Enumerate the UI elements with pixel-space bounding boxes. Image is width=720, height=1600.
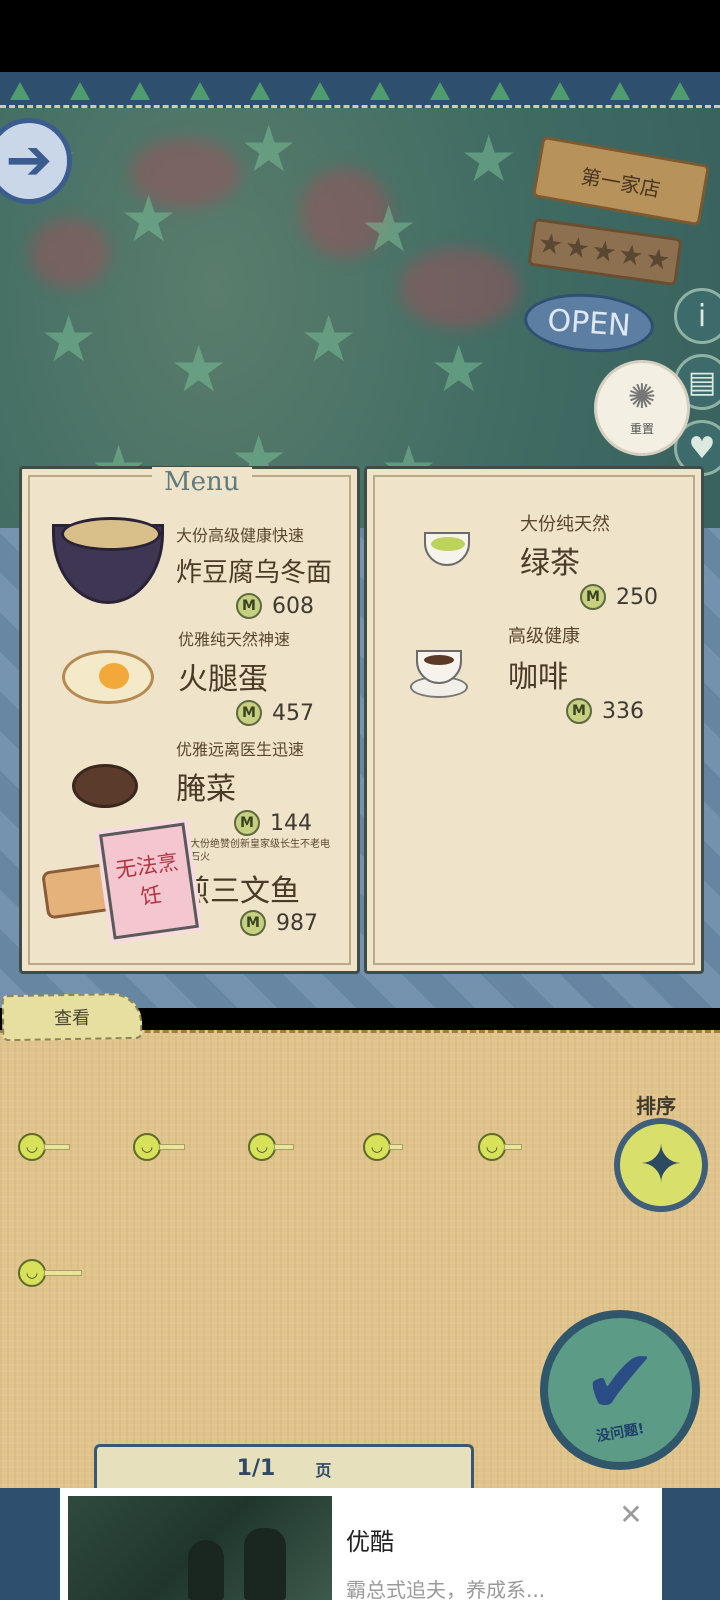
ad-banner[interactable]: 优酷 霸总式追夫，养成系... ✕ (60, 1488, 662, 1600)
coffee-icon (410, 650, 468, 698)
view-tab-label: 查看 (53, 1007, 91, 1030)
dish-descriptor: 巨大份绝赞创新皇家级长生不老电光石火 (180, 839, 330, 863)
shop-name: 第一家店 (579, 163, 663, 202)
customer-face-icon: ◡ (133, 1133, 161, 1161)
dish-descriptor: 大份高级健康快速 (176, 526, 305, 545)
customer-face-icon: ◡ (248, 1133, 276, 1161)
menu-title: Menu (152, 467, 252, 497)
top-decorative-border (0, 72, 720, 108)
coin-icon: M (240, 910, 266, 936)
status-bar (0, 0, 720, 72)
uncookable-stamp: 无法烹饪 (99, 822, 199, 940)
uncookable-label: 无法烹饪 (114, 849, 180, 910)
info-icon: i (697, 298, 707, 334)
sparkle-icon: ✦ (639, 1135, 683, 1195)
price-value: 457 (272, 700, 314, 726)
coin-icon: M (236, 700, 262, 726)
ad-image[interactable] (68, 1496, 332, 1600)
menu-item[interactable]: 大份纯天然 绿茶 M 250 (520, 510, 658, 610)
customer-face-icon: ◡ (18, 1133, 46, 1161)
menu-item[interactable]: 高级健康 咖啡 M 336 (508, 622, 644, 724)
dish-price: M 336 (566, 698, 644, 724)
customer-face-icon: ◡ (18, 1259, 46, 1287)
coin-icon: M (236, 593, 262, 619)
dish-name: 火腿蛋 (178, 662, 268, 697)
customer-slot[interactable]: ◡ (133, 1132, 185, 1162)
customer-slot[interactable]: ◡ (478, 1132, 522, 1162)
dish-name: 炸豆腐乌冬面 (176, 558, 333, 588)
reset-label: 重置 (629, 421, 654, 436)
sort-label: 排序 (636, 1094, 676, 1118)
checkmark-icon: ✔ (582, 1330, 658, 1435)
dish-name: 煎三文鱼 (180, 874, 300, 909)
reset-button[interactable]: ✺ 重置 (594, 360, 690, 456)
pickles-icon (72, 764, 138, 808)
menu-item[interactable]: 优雅纯天然神速 火腿蛋 M 457 (178, 626, 314, 726)
customer-slot[interactable]: ◡ (363, 1132, 403, 1162)
dish-name: 绿茶 (520, 546, 580, 581)
heart-icon: ♥ (688, 430, 716, 466)
book-icon: ▤ (687, 364, 717, 400)
green-tea-icon (424, 532, 470, 566)
price-value: 608 (272, 593, 314, 619)
coin-icon: M (580, 584, 606, 610)
coin-icon: M (234, 810, 260, 836)
close-icon[interactable]: ✕ (616, 1500, 646, 1530)
dish-descriptor: 优雅远离医生迅速 (176, 740, 305, 759)
menu-item[interactable]: 大份高级健康快速 炸豆腐乌冬面 M 608 (176, 522, 332, 619)
customer-slot[interactable]: ◡ (18, 1258, 82, 1288)
arrow-right-icon: ➔ (5, 128, 53, 193)
price-value: 987 (276, 910, 318, 936)
customer-face-icon: ◡ (478, 1133, 506, 1161)
dish-descriptor: 优雅纯天然神速 (178, 630, 291, 649)
spinner-icon: ✺ (627, 376, 657, 417)
ham-egg-icon (62, 650, 154, 704)
price-value: 144 (270, 810, 312, 836)
dish-price: M 144 (234, 810, 312, 836)
coin-icon: M (566, 698, 592, 724)
dish-descriptor: 大份纯天然 (520, 514, 610, 535)
ad-description[interactable]: 霸总式追夫，养成系... (346, 1574, 545, 1600)
customer-slot[interactable]: ◡ (18, 1132, 70, 1162)
customer-face-icon: ◡ (363, 1133, 391, 1161)
page-unit: 页 (315, 1460, 332, 1480)
price-value: 336 (602, 698, 644, 724)
dish-price: M 987 (240, 910, 340, 936)
page-indicator: 1/1 页 (94, 1444, 474, 1490)
confirm-button[interactable]: ✔ 没问题! (540, 1310, 700, 1470)
menu-item[interactable]: 优雅远离医生迅速 腌菜 M 144 (176, 736, 312, 836)
price-value: 250 (616, 584, 658, 610)
view-tab[interactable]: 查看 (1, 992, 143, 1042)
menu-item[interactable]: 巨大份绝赞创新皇家级长生不老电光石火 煎三文鱼 M 987 (180, 838, 340, 936)
dish-descriptor: 高级健康 (508, 626, 580, 647)
dish-price: M 608 (236, 593, 332, 619)
dish-price: M 250 (580, 584, 658, 610)
dish-name: 咖啡 (508, 660, 568, 695)
customer-slot[interactable]: ◡ (248, 1132, 294, 1162)
udon-bowl-icon (52, 514, 164, 604)
sort-button[interactable]: ✦ (614, 1118, 708, 1212)
open-label: OPEN (546, 302, 632, 344)
dish-name: 腌菜 (176, 772, 236, 807)
ad-title[interactable]: 优酷 (346, 1522, 394, 1557)
page-number: 1/1 (236, 1456, 276, 1481)
dish-price: M 457 (236, 700, 314, 726)
